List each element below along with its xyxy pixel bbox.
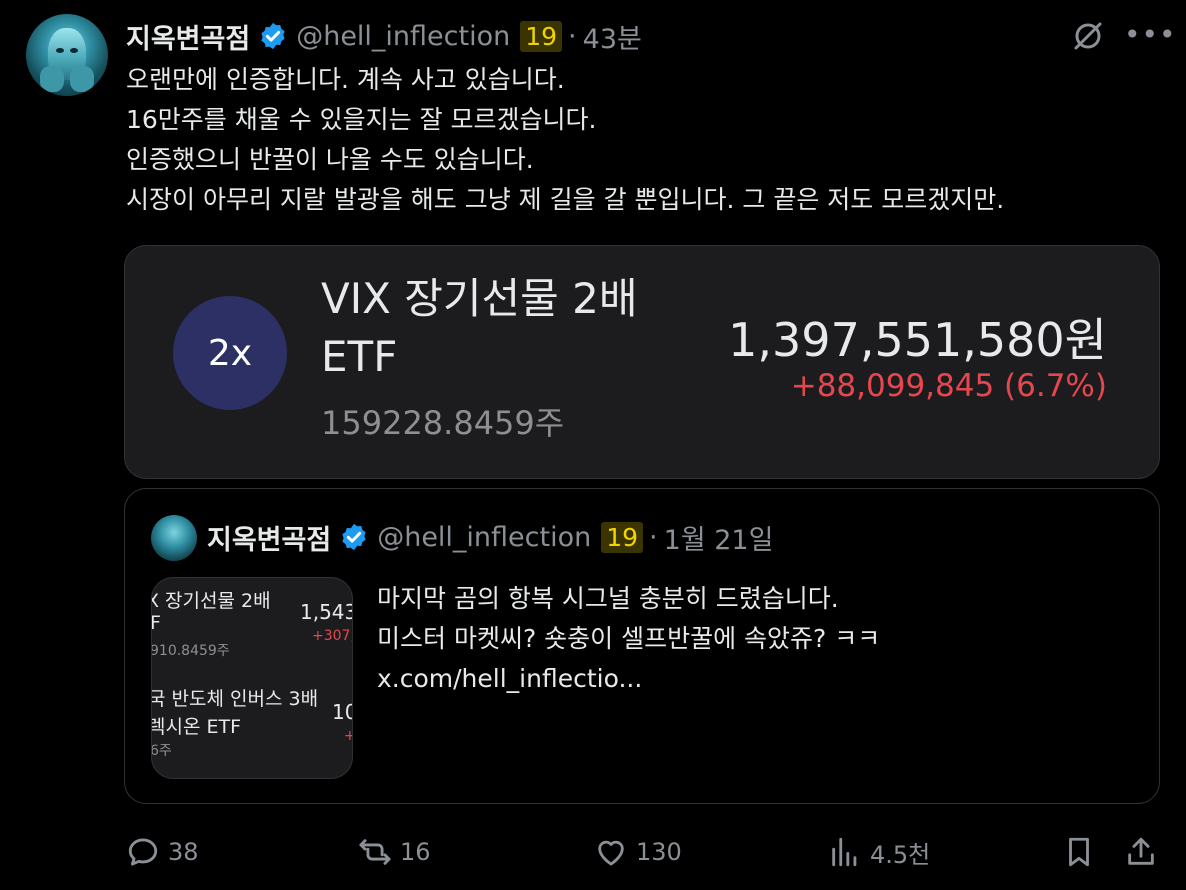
quoted-author-name: 지옥변곡점 bbox=[207, 524, 332, 556]
thumb-text: + bbox=[344, 728, 352, 744]
repost-count: 16 bbox=[400, 838, 431, 866]
quoted-post[interactable]: 지옥변곡점 @hell_inflection 19 · 1월 21일 X 장기선… bbox=[124, 488, 1160, 804]
thumb-text: F bbox=[151, 612, 161, 634]
separator-dot: · bbox=[649, 521, 658, 553]
views-chart-icon bbox=[832, 837, 857, 867]
repost-button[interactable]: 16 bbox=[358, 830, 431, 874]
action-bar: 38 16 130 4.5천 bbox=[0, 830, 1186, 874]
quoted-line: 미스터 마켓씨? 숏충이 셀프반꿀에 속았쥬? ㅋㅋ bbox=[377, 624, 881, 653]
reply-count: 38 bbox=[168, 838, 199, 866]
age-badge: 19 bbox=[520, 20, 563, 52]
repost-icon bbox=[359, 839, 391, 865]
quoted-post-header: 지옥변곡점 @hell_inflection 19 · 1월 21일 bbox=[207, 517, 773, 557]
author-avatar[interactable] bbox=[26, 14, 108, 96]
quoted-media-thumbnail[interactable]: X 장기선물 2배 F 910.8459주 1,543 +307, 국 반도체 … bbox=[151, 577, 353, 779]
quoted-post-time: 1월 21일 bbox=[663, 524, 774, 556]
quoted-author-handle: @hell_inflection bbox=[377, 521, 592, 553]
like-count: 130 bbox=[636, 838, 682, 866]
views-button[interactable]: 4.5천 bbox=[828, 830, 930, 874]
quoted-post-body: 마지막 곰의 항복 시그널 충분히 드렸습니다. 미스터 마켓씨? 숏충이 셀프… bbox=[377, 579, 880, 699]
share-count: 159228.8459주 bbox=[321, 404, 565, 442]
quoted-line: 마지막 곰의 항복 시그널 충분히 드렸습니다. bbox=[377, 584, 839, 613]
author-handle[interactable]: @hell_inflection bbox=[296, 21, 510, 52]
avatar-eye bbox=[56, 48, 64, 53]
quoted-author-avatar bbox=[151, 515, 197, 561]
like-button[interactable]: 130 bbox=[594, 830, 682, 874]
holding-change: +88,099,845 (6.7%) bbox=[790, 368, 1107, 404]
thumb-text: 렉시온 ETF bbox=[151, 716, 242, 738]
post-header: 지옥변곡점 @hell_inflection 19 · 43분 bbox=[126, 16, 642, 56]
thumb-text: 10 bbox=[332, 700, 352, 724]
thumb-text: 6주 bbox=[151, 743, 172, 759]
grok-icon[interactable] bbox=[1070, 18, 1106, 54]
view-count: 4.5천 bbox=[870, 840, 931, 869]
more-options-icon[interactable]: ••• bbox=[1124, 20, 1176, 50]
heart-icon bbox=[598, 840, 624, 866]
author-name[interactable]: 지옥변곡점 bbox=[126, 17, 250, 56]
reply-icon bbox=[128, 838, 158, 866]
avatar-hand bbox=[70, 66, 94, 92]
separator-dot: · bbox=[568, 20, 577, 52]
leverage-circle: 2x bbox=[173, 296, 287, 410]
bookmark-icon bbox=[1069, 837, 1089, 867]
age-badge: 19 bbox=[601, 521, 644, 553]
reply-button[interactable]: 38 bbox=[126, 830, 199, 874]
holding-value: 1,397,551,580원 bbox=[728, 313, 1107, 367]
share-icon bbox=[1128, 837, 1154, 865]
post-body: 오랜만에 인증합니다. 계속 사고 있습니다. 16만주를 채울 수 있을지는 … bbox=[126, 60, 1004, 220]
thumb-text: 910.8459주 bbox=[151, 643, 230, 659]
avatar-hand bbox=[40, 66, 64, 92]
post-line: 시장이 아무리 지랄 발광을 해도 그냥 제 길을 갈 뿐입니다. 그 끝은 저… bbox=[126, 185, 1005, 214]
share-button[interactable] bbox=[1124, 830, 1166, 874]
verified-badge-icon bbox=[342, 523, 366, 551]
etf-title: VIX 장기선물 2배 ETF bbox=[321, 274, 638, 381]
post-line: 16만주를 채울 수 있을지는 잘 모르겠습니다. bbox=[126, 105, 597, 134]
post-line: 인증했으니 반꿀이 나올 수도 있습니다. bbox=[126, 145, 534, 174]
thumb-text: 1,543 bbox=[300, 600, 353, 624]
holding-card-image[interactable]: 2x VIX 장기선물 2배 ETF 159228.8459주 1,397,55… bbox=[124, 245, 1160, 479]
post-line: 오랜만에 인증합니다. 계속 사고 있습니다. bbox=[126, 65, 565, 94]
thumb-text: X 장기선물 2배 bbox=[151, 590, 271, 612]
post-time[interactable]: 43분 bbox=[583, 17, 642, 56]
verified-badge-icon[interactable] bbox=[258, 21, 288, 51]
thumb-text: 국 반도체 인버스 3배 bbox=[151, 688, 319, 710]
leverage-label: 2x bbox=[207, 332, 253, 374]
bookmark-button[interactable] bbox=[1062, 830, 1104, 874]
quoted-link[interactable]: x.com/hell_inflectio... bbox=[377, 659, 880, 699]
thumb-text: +307, bbox=[312, 628, 353, 644]
avatar-eye bbox=[70, 48, 78, 53]
